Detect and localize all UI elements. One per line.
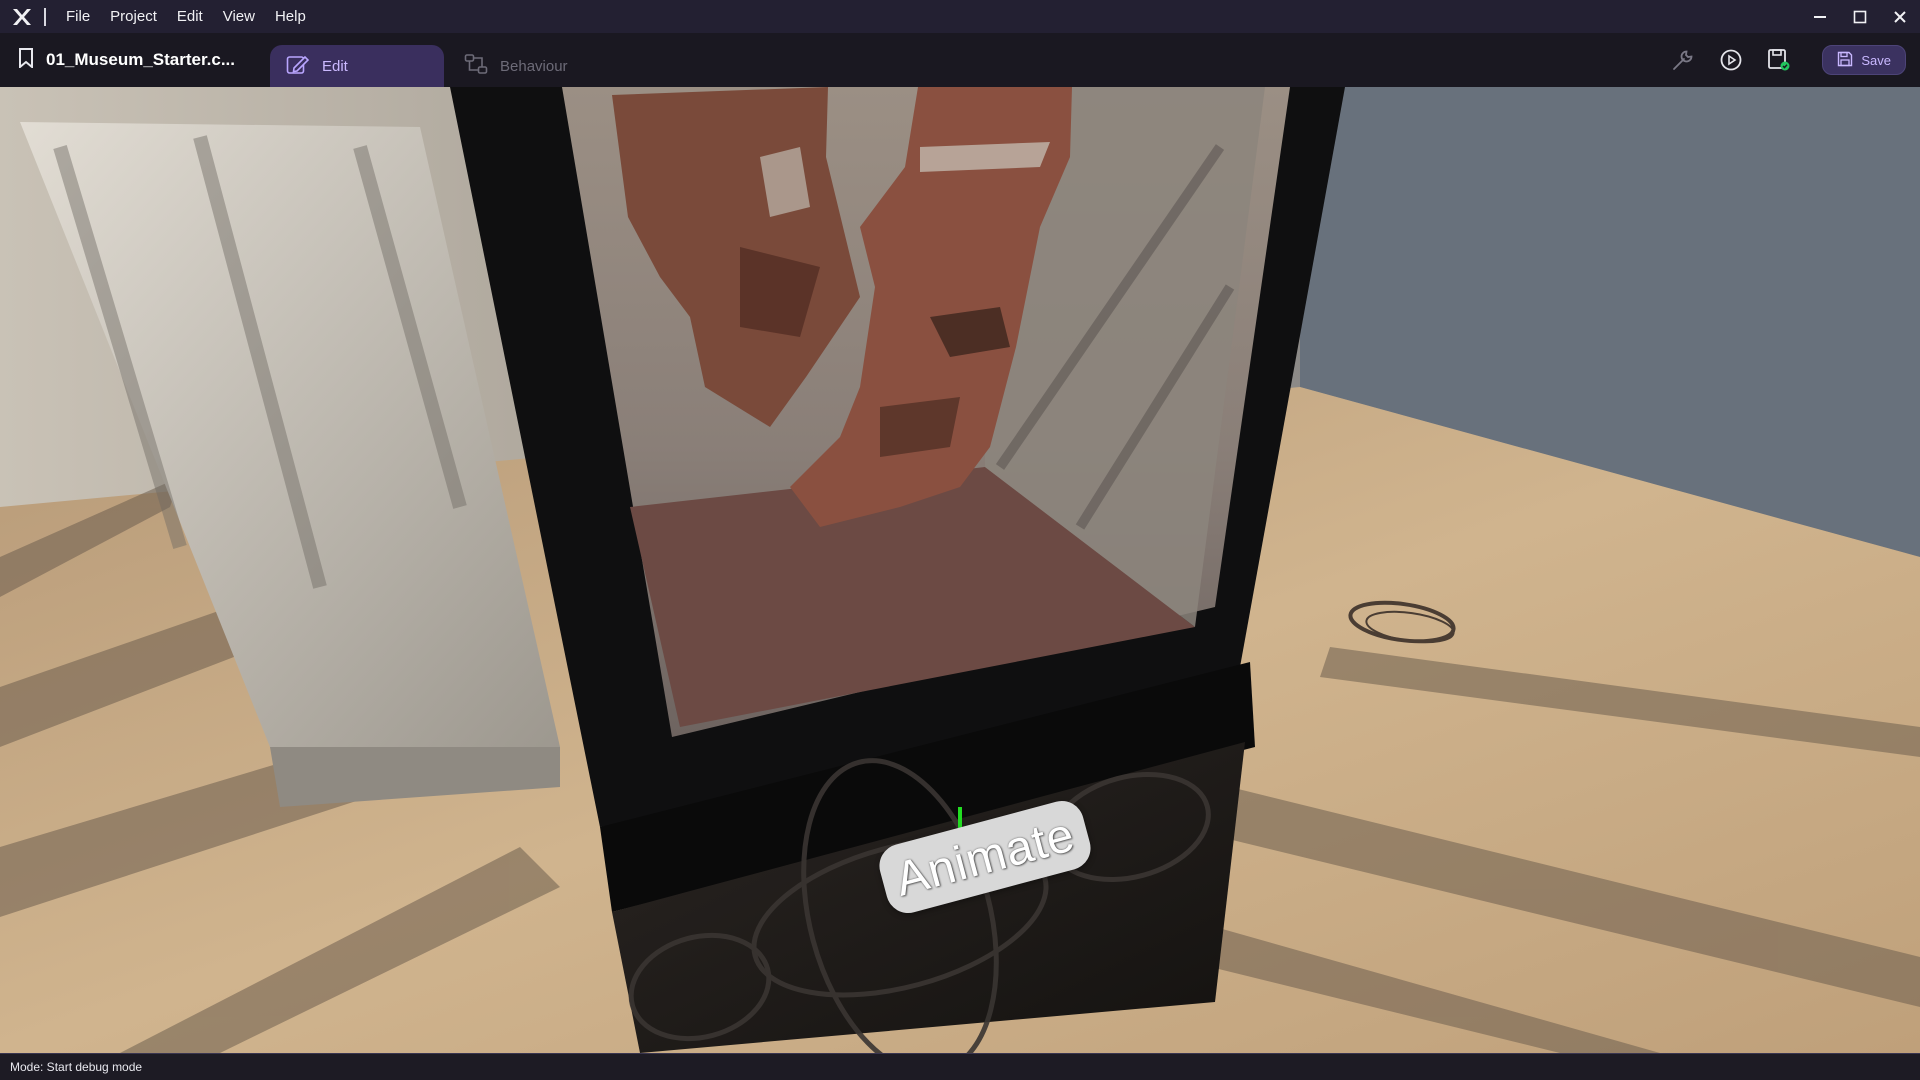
save-button[interactable]: Save — [1822, 45, 1906, 75]
scene-render — [0, 87, 1920, 1053]
edit-icon — [286, 53, 310, 79]
save-button-label: Save — [1861, 52, 1891, 68]
play-icon[interactable] — [1716, 45, 1746, 75]
app-logo-icon — [0, 0, 44, 33]
menu-project[interactable]: Project — [100, 0, 167, 33]
status-text: Mode: Start debug mode — [10, 1060, 143, 1074]
menu-edit[interactable]: Edit — [167, 0, 213, 33]
floppy-disk-icon — [1837, 51, 1853, 70]
close-button[interactable] — [1880, 0, 1920, 33]
toolbar: 01_Museum_Starter.c... Edit Behaviour Sa… — [0, 33, 1920, 87]
tab-behaviour[interactable]: Behaviour — [448, 45, 622, 87]
tab-edit-label: Edit — [322, 57, 348, 75]
wrench-icon[interactable] — [1668, 45, 1698, 75]
bookmark-icon[interactable] — [18, 47, 34, 73]
menu-separator — [44, 7, 46, 26]
menu-bar: File Project Edit View Help — [0, 0, 1920, 33]
minimize-button[interactable] — [1800, 0, 1840, 33]
app-window: File Project Edit View Help 01_Museum_St… — [0, 0, 1920, 1080]
scene-viewport[interactable]: Animate — [0, 87, 1920, 1053]
save-build-icon[interactable] — [1764, 45, 1794, 75]
document-title: 01_Museum_Starter.c... — [46, 50, 235, 69]
behaviour-icon — [464, 53, 488, 79]
status-bar: Mode: Start debug mode — [0, 1053, 1920, 1080]
menu-view[interactable]: View — [213, 0, 265, 33]
toolbar-actions: Save — [1668, 33, 1906, 87]
maximize-button[interactable] — [1840, 0, 1880, 33]
window-controls — [1800, 0, 1920, 33]
tab-edit[interactable]: Edit — [270, 45, 444, 87]
document-header: 01_Museum_Starter.c... — [0, 33, 270, 87]
menu-help[interactable]: Help — [265, 0, 316, 33]
menu-file[interactable]: File — [56, 0, 100, 33]
tab-behaviour-label: Behaviour — [500, 57, 568, 75]
